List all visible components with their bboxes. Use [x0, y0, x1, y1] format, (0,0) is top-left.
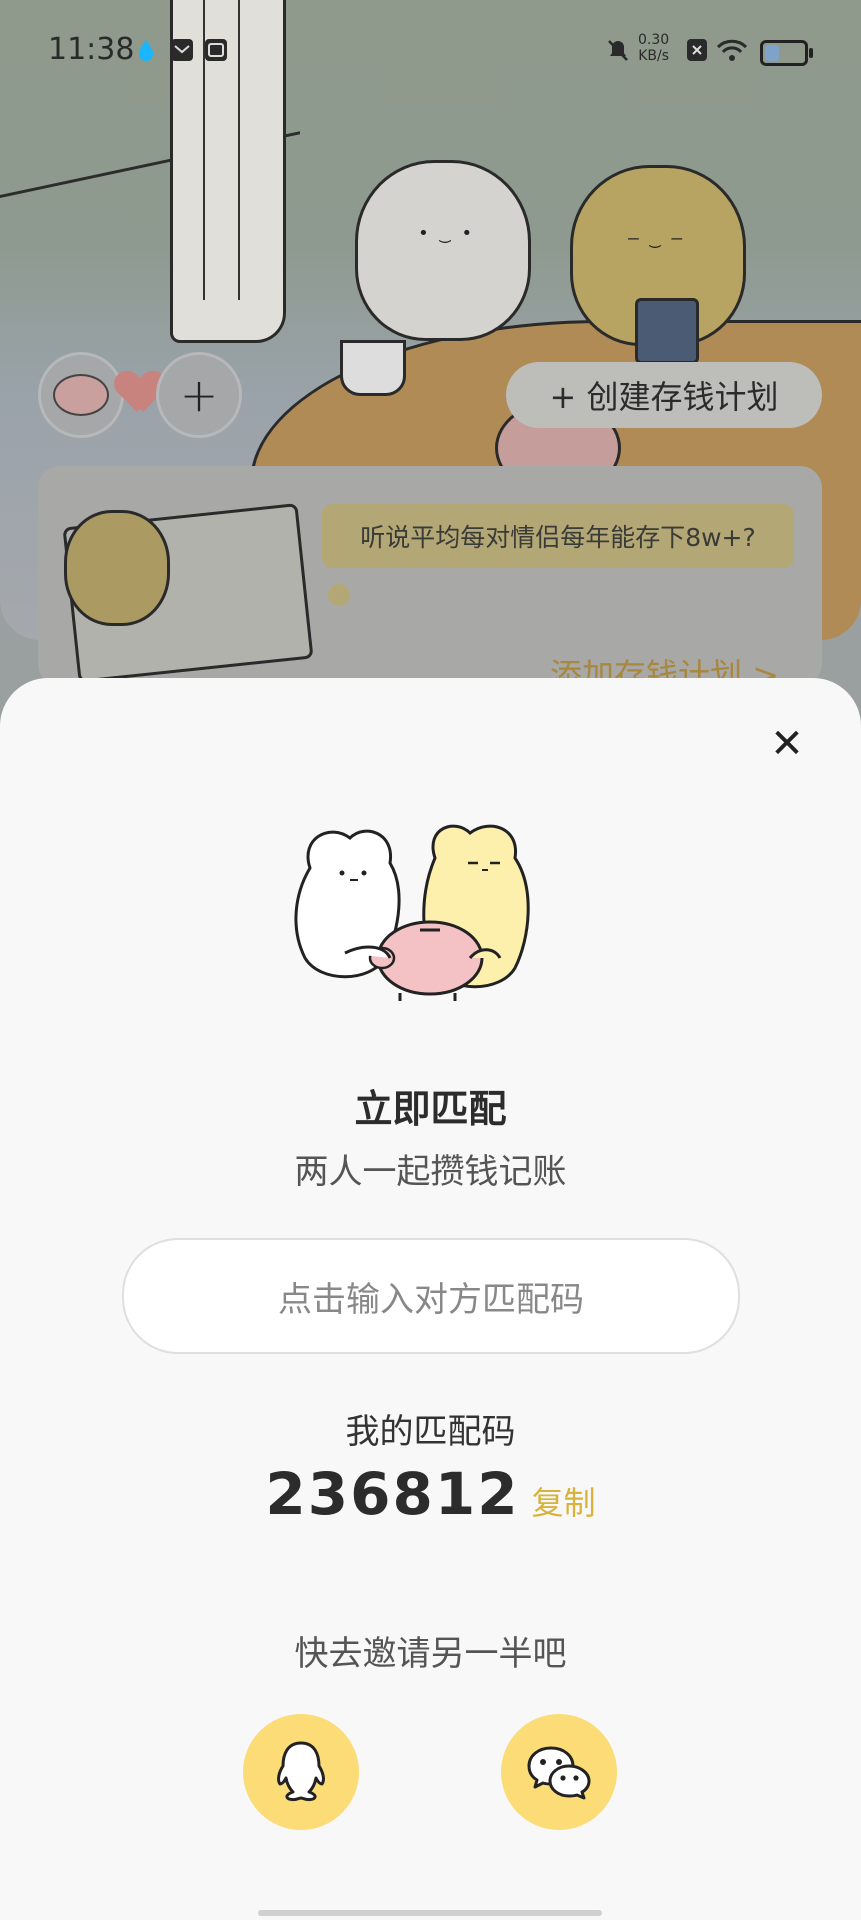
coffee-cup-illustration: [635, 298, 699, 364]
bubble-dot: [328, 584, 350, 606]
mail-app-icon: [171, 39, 193, 61]
create-plan-label: + 创建存钱计划: [549, 378, 779, 416]
create-saving-plan-button[interactable]: + 创建存钱计划: [506, 362, 822, 428]
network-speed: 0.30 KB/s: [638, 32, 670, 64]
close-icon[interactable]: ✕: [765, 722, 809, 766]
invite-text: 快去邀请另一半吧: [294, 1634, 567, 1674]
wechat-icon: [527, 1746, 591, 1800]
sim-off-icon: [687, 39, 707, 61]
partner-code-input[interactable]: 点击输入对方匹配码: [122, 1238, 740, 1354]
status-bar: 11:38 0.30 KB/s: [0, 0, 861, 100]
my-code-label: 我的匹配码: [345, 1412, 516, 1452]
calendar-app-icon: [205, 39, 227, 61]
add-partner-button[interactable]: +: [156, 352, 242, 438]
droplet-icon: [139, 40, 153, 61]
partner-code-placeholder: 点击输入对方匹配码: [278, 1279, 584, 1320]
qq-icon: [277, 1741, 325, 1802]
match-bottom-sheet: ✕ 立即匹配 两人一起攒钱记账 点击输入对方匹配码 我的匹配码 236812 复…: [0, 678, 861, 1920]
couple-avatar-group: +: [38, 352, 242, 438]
home-indicator: [258, 1910, 602, 1916]
sheet-title: 立即匹配: [354, 1087, 507, 1131]
my-code-row: 236812 复制: [0, 1460, 861, 1528]
share-wechat-button[interactable]: [501, 1714, 617, 1830]
status-time: 11:38: [48, 32, 135, 67]
my-match-code: 236812: [265, 1460, 520, 1528]
white-bear-illustration: • ‿ •: [355, 160, 531, 341]
bell-muted-icon: [608, 40, 628, 61]
copy-button[interactable]: 复制: [532, 1478, 596, 1524]
reading-bear-illustration: [64, 510, 170, 626]
teacup-illustration: [340, 340, 406, 396]
card-speech-bubble: 听说平均每对情侣每年能存下8w+?: [322, 504, 794, 568]
wifi-icon: [716, 39, 748, 61]
share-qq-button[interactable]: [243, 1714, 359, 1830]
battery-icon: [760, 40, 813, 66]
sheet-subtitle: 两人一起攒钱记账: [294, 1152, 567, 1192]
bears-piggy-illustration: [294, 824, 530, 1001]
